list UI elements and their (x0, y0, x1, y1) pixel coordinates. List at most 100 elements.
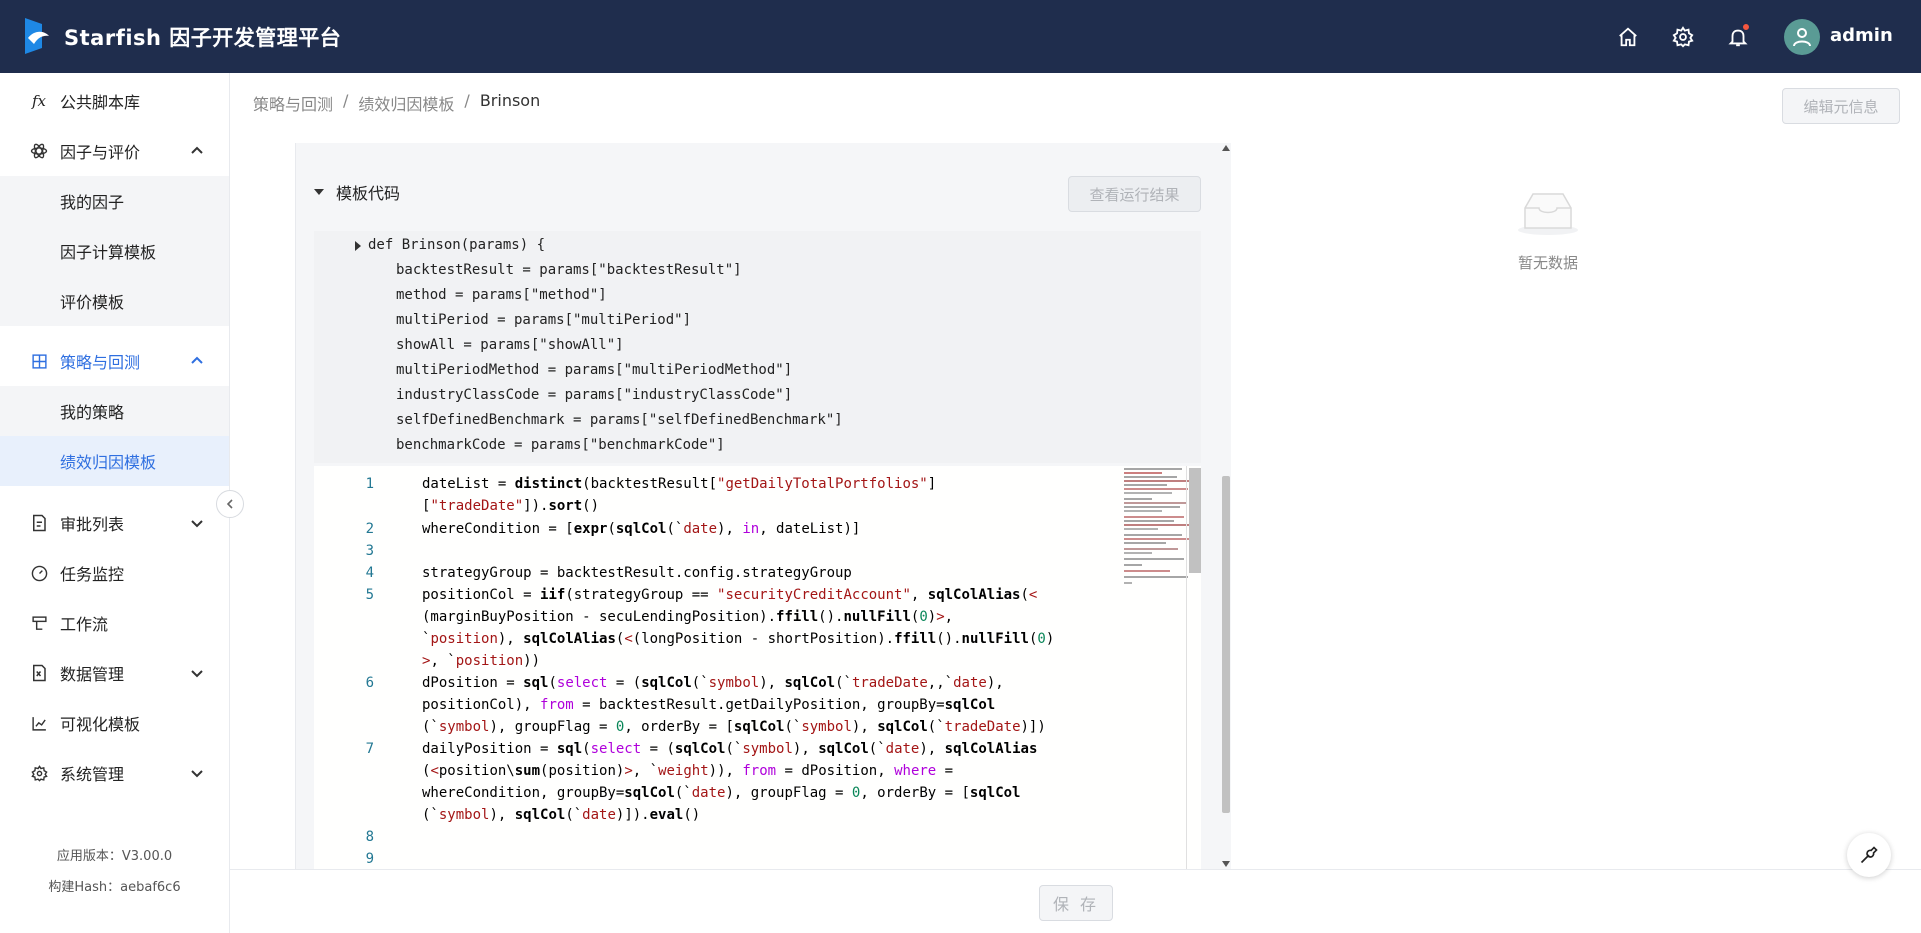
code-preview-line: benchmarkCode = params["benchmarkCode"] (396, 437, 725, 453)
sidebar-item-factor-calc-template[interactable]: 因子计算模板 (0, 226, 229, 276)
scroll-down-arrow-icon[interactable] (1222, 861, 1230, 867)
sidebar-item-label: 评价模板 (60, 293, 125, 312)
chevron-down-icon (191, 520, 203, 528)
template-code-header[interactable]: 模板代码 (314, 180, 400, 204)
code-line: positionCol = iif(strategyGroup == "secu… (422, 587, 1038, 603)
breadcrumb-separator: / (343, 91, 349, 110)
strategy-icon (30, 352, 48, 370)
line-number: 5 (365, 587, 374, 603)
sidebar-item-visual-template[interactable]: 可视化模板 (0, 698, 229, 748)
chevron-up-icon (191, 146, 203, 154)
panel-scrollbar[interactable] (1221, 143, 1231, 870)
panel-scrollbar-thumb[interactable] (1222, 476, 1230, 813)
line-number: 1 (365, 476, 374, 492)
starfish-logo-icon (25, 18, 49, 54)
line-number: 4 (365, 565, 374, 581)
sidebar-item-label: 策略与回测 (60, 353, 141, 372)
code-line: strategyGroup = backtestResult.config.st… (422, 565, 852, 581)
code-line: >, `position)) (422, 653, 541, 669)
sidebar-item-system-management[interactable]: 系统管理 (0, 748, 229, 798)
sidebar-item-attribution-template[interactable]: 绩效归因模板 (0, 436, 229, 486)
code-preview-line: showAll = params["showAll"] (396, 337, 624, 353)
notification-dot (1742, 23, 1750, 31)
sidebar-item-label: 我的策略 (60, 403, 125, 422)
bell-icon[interactable] (1724, 23, 1752, 51)
scroll-up-arrow-icon[interactable] (1222, 145, 1230, 151)
build-hash: 构建Hash：aebaf6c6 (48, 880, 181, 895)
code-line: dPosition = sql(select = (sqlCol(`symbol… (422, 675, 1004, 691)
code-preview-line: def Brinson(params) { (368, 237, 546, 253)
code-line: dailyPosition = sql(select = (sqlCol(`sy… (422, 741, 1038, 757)
collapse-sidebar-button[interactable] (216, 490, 244, 518)
sidebar-item-approvals[interactable]: 审批列表 (0, 498, 229, 548)
line-number: 3 (365, 543, 374, 559)
app-title: Starfish 因子开发管理平台 (64, 26, 342, 50)
avatar[interactable] (1784, 19, 1820, 55)
code-preview-line: backtestResult = params["backtestResult"… (396, 262, 742, 278)
line-number: 8 (365, 829, 374, 845)
code-line: (`symbol), groupFlag = 0, orderBy = [sql… (422, 719, 1046, 735)
sidebar-item-my-factors[interactable]: 我的因子 (0, 176, 229, 226)
sidebar-item-task-monitor[interactable]: 任务监控 (0, 548, 229, 598)
sidebar-item-label: 系统管理 (60, 765, 125, 784)
data-icon (30, 664, 48, 682)
breadcrumb-separator: / (464, 91, 470, 110)
breadcrumb-current: Brinson (479, 91, 541, 110)
sidebar-item-label: 数据管理 (60, 665, 125, 684)
code-preview: def Brinson(params) { backtestResult = p… (314, 231, 1201, 463)
caret-right-icon[interactable] (354, 241, 362, 251)
save-button[interactable]: 保 存 (1039, 885, 1113, 921)
code-preview-line: selfDefinedBenchmark = params["selfDefin… (396, 412, 843, 428)
code-line: (`symbol), sqlCol(`date)]).eval() (422, 807, 701, 823)
code-line: whereCondition, groupBy=sqlCol(`date), g… (422, 785, 1021, 801)
sidebar-item-label: 任务监控 (60, 565, 125, 584)
code-preview-line: industryClassCode = params["industryClas… (396, 387, 793, 403)
template-code-panel: 模板代码 查看运行结果 def Brinson(params) { backte… (295, 143, 1231, 870)
code-preview-line: multiPeriodMethod = params["multiPeriodM… (396, 362, 793, 378)
sidebar-item-strategy[interactable]: 策略与回测 (0, 336, 229, 386)
code-editor[interactable]: 1 2 3 4 5 6 7 8 9 dateList = distinct(ba… (314, 466, 1201, 870)
breadcrumb-item[interactable]: 绩效归因模板 (358, 91, 454, 115)
breadcrumb-item[interactable]: 策略与回测 (253, 91, 333, 115)
empty-text: 暂无数据 (1517, 254, 1578, 272)
approval-icon (30, 514, 48, 532)
top-header: Starfish 因子开发管理平台 admin (0, 0, 1921, 73)
sidebar: fx 公共脚本库 因子与评价 我的因子 因子计算模板 评价模板 策略与回测 我的… (0, 73, 230, 933)
line-number: 7 (365, 741, 374, 757)
sidebar-item-label: 绩效归因模板 (60, 453, 157, 472)
workflow-icon (30, 614, 48, 632)
code-preview-line: multiPeriod = params["multiPeriod"] (396, 312, 692, 328)
fx-icon: fx (31, 92, 46, 110)
edit-metadata-button[interactable]: 编辑元信息 (1782, 88, 1900, 124)
code-line: positionCol), from = backtestResult.getD… (422, 697, 996, 713)
editor-scrollbar-thumb[interactable] (1189, 468, 1201, 573)
sidebar-item-label: 我的因子 (60, 193, 125, 212)
sidebar-item-data-management[interactable]: 数据管理 (0, 648, 229, 698)
empty-box-icon (1518, 193, 1578, 235)
sidebar-item-eval-template[interactable]: 评价模板 (0, 276, 229, 326)
view-run-result-button[interactable]: 查看运行结果 (1068, 176, 1201, 212)
chevron-up-icon (191, 356, 203, 364)
home-icon[interactable] (1614, 23, 1642, 51)
code-line: whereCondition = [expr(sqlCol(`date), in… (422, 521, 861, 537)
chevron-down-icon (191, 670, 203, 678)
user-name[interactable]: admin (1830, 25, 1893, 46)
chart-icon (30, 714, 48, 732)
sidebar-item-public-scripts[interactable]: fx 公共脚本库 (0, 76, 229, 126)
chevron-down-icon (191, 770, 203, 778)
code-line: `position), sqlColAlias(<(longPosition -… (422, 631, 1055, 647)
tools-button[interactable] (1847, 833, 1891, 877)
line-number: 6 (365, 675, 374, 691)
sidebar-item-my-strategy[interactable]: 我的策略 (0, 386, 229, 436)
chevron-left-icon (226, 499, 233, 509)
empty-state: 暂无数据 (1508, 190, 1588, 273)
sidebar-item-label: 公共脚本库 (60, 93, 141, 112)
sidebar-item-workflow[interactable]: 工作流 (0, 598, 229, 648)
code-line: (<position\sum(position)>, `weight)), fr… (422, 763, 954, 779)
sidebar-item-factors[interactable]: 因子与评价 (0, 126, 229, 176)
editor-scrollbar[interactable] (1186, 466, 1201, 870)
settings-icon[interactable] (1669, 23, 1697, 51)
breadcrumb: 策略与回测 / 绩效归因模板 / Brinson (253, 91, 540, 115)
sidebar-item-label: 因子与评价 (60, 143, 141, 162)
caret-down-icon (314, 189, 324, 195)
